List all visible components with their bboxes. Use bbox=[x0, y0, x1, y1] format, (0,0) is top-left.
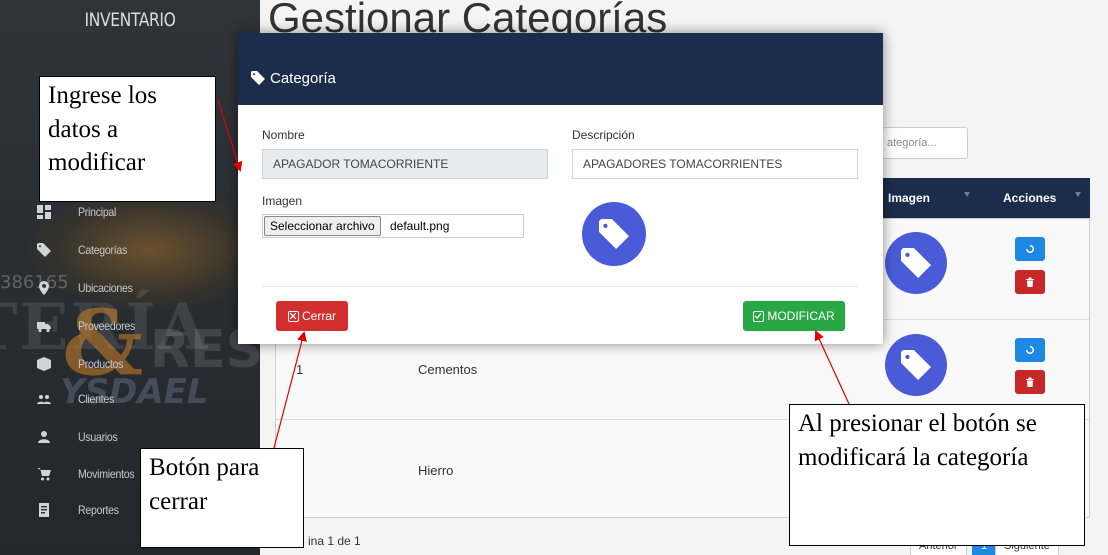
table-cell-name: Hierro bbox=[418, 463, 454, 478]
sidebar-item-clientes[interactable]: Clientes bbox=[0, 380, 260, 418]
tag-icon bbox=[251, 71, 265, 85]
sort-icon bbox=[1075, 192, 1081, 197]
file-input[interactable]: Seleccionar archivo default.png bbox=[262, 214, 524, 238]
edit-button[interactable] bbox=[1015, 338, 1045, 362]
sidebar-item-label: Reportes bbox=[78, 503, 119, 517]
sidebar-item-productos[interactable]: Productos bbox=[0, 345, 260, 383]
cart-icon bbox=[36, 466, 52, 482]
column-header-acciones[interactable]: Acciones bbox=[1003, 191, 1056, 205]
choose-file-button[interactable]: Seleccionar archivo bbox=[264, 216, 381, 236]
modal-divider bbox=[262, 286, 858, 287]
category-image bbox=[885, 334, 947, 396]
sidebar-item-label: Movimientos bbox=[78, 467, 135, 481]
nombre-label: Nombre bbox=[262, 128, 305, 142]
sidebar-item-label: Usuarios bbox=[78, 430, 118, 444]
sidebar-item-proveedores[interactable]: Proveedores bbox=[0, 307, 260, 345]
descripcion-label: Descripción bbox=[572, 128, 635, 142]
sidebar-item-label: Proveedores bbox=[78, 319, 135, 333]
box-icon bbox=[36, 356, 52, 372]
category-modal: Categoría Nombre APAGADOR TOMACORRIENTE … bbox=[238, 33, 883, 344]
edit-button[interactable] bbox=[1015, 237, 1045, 261]
tag-icon bbox=[599, 219, 629, 249]
annotation-modify-button: Al presionar el botón se modificará la c… bbox=[789, 404, 1085, 546]
sort-icon bbox=[964, 192, 970, 197]
image-preview bbox=[582, 202, 646, 266]
refresh-icon bbox=[1026, 245, 1034, 253]
close-button[interactable]: Cerrar bbox=[276, 301, 348, 331]
sidebar-item-label: Ubicaciones bbox=[78, 281, 133, 295]
dashboard-icon bbox=[36, 204, 52, 220]
modal-header: Categoría bbox=[238, 33, 883, 105]
modify-button[interactable]: MODIFICAR bbox=[743, 301, 845, 331]
file-name: default.png bbox=[390, 219, 450, 233]
truck-icon bbox=[36, 318, 52, 334]
trash-icon bbox=[1026, 277, 1034, 287]
sidebar-item-label: Principal bbox=[78, 205, 117, 219]
tag-icon bbox=[36, 242, 52, 258]
tag-icon bbox=[901, 350, 931, 380]
imagen-label: Imagen bbox=[262, 194, 303, 208]
sidebar-item-label: Clientes bbox=[78, 392, 115, 406]
modal-title: Categoría bbox=[270, 70, 336, 87]
sidebar-brand: INVENTARIO bbox=[84, 9, 176, 31]
category-image bbox=[885, 232, 947, 294]
close-button-label: Cerrar bbox=[301, 309, 336, 323]
table-header: Imagen Acciones bbox=[880, 178, 1090, 218]
refresh-icon bbox=[1026, 346, 1034, 354]
sidebar-item-label: Productos bbox=[78, 357, 124, 371]
report-icon bbox=[36, 502, 52, 518]
users-icon bbox=[36, 391, 52, 407]
modify-button-label: MODIFICAR bbox=[767, 309, 835, 323]
close-icon bbox=[287, 310, 299, 322]
tag-icon bbox=[901, 248, 931, 278]
trash-icon bbox=[1026, 377, 1034, 387]
check-icon bbox=[753, 310, 765, 322]
column-header-imagen[interactable]: Imagen bbox=[888, 191, 930, 205]
delete-button[interactable] bbox=[1015, 270, 1045, 294]
table-cell-id: 1 bbox=[296, 362, 304, 377]
annotation-enter-data: Ingrese los datos a modificar bbox=[39, 76, 216, 202]
table-cell-name: Cementos bbox=[418, 362, 478, 377]
descripcion-field[interactable]: APAGADORES TOMACORRIENTES bbox=[572, 149, 858, 179]
sidebar-item-ubicaciones[interactable]: Ubicaciones bbox=[0, 269, 260, 307]
sidebar-item-categorias[interactable]: Categorías bbox=[0, 231, 260, 269]
pagination-info: ina 1 de 1 bbox=[308, 534, 361, 548]
delete-button[interactable] bbox=[1015, 370, 1045, 394]
annotation-close-button: Botón para cerrar bbox=[140, 448, 304, 548]
search-input[interactable]: ategoría... bbox=[882, 127, 968, 159]
nombre-field[interactable]: APAGADOR TOMACORRIENTE bbox=[262, 149, 548, 179]
user-icon bbox=[36, 429, 52, 445]
sidebar-item-label: Categorías bbox=[78, 243, 128, 257]
location-icon bbox=[36, 280, 52, 296]
